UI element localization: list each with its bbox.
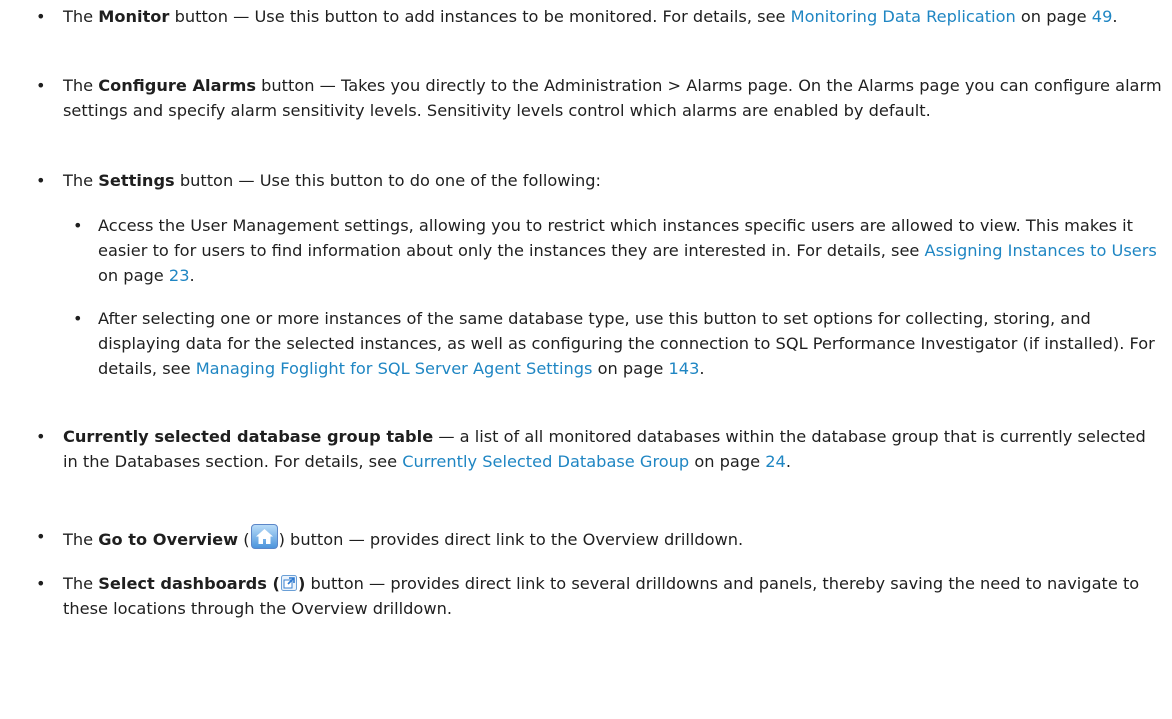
link-page-23[interactable]: 23 <box>169 266 190 285</box>
list-item-settings: • The Settings button — Use this button … <box>0 168 1172 193</box>
document-page: • The Monitor button — Use this button t… <box>0 0 1172 719</box>
link-currently-selected-group[interactable]: Currently Selected Database Group <box>402 452 689 471</box>
bullet: • <box>36 171 46 190</box>
bullet: • <box>36 527 46 546</box>
select-dashboards-icon <box>280 575 297 591</box>
sub-item-agent-settings: • After selecting one or more instances … <box>0 306 1172 381</box>
bullet: • <box>73 216 83 235</box>
settings-label: Settings <box>98 171 175 190</box>
select-dashboards-label: Select dashboards ( <box>98 574 280 593</box>
list-item-configure-alarms: • The Configure Alarms button — Takes yo… <box>0 73 1172 123</box>
list-item-go-overview: • The Go to Overview () button — provide… <box>0 524 1172 552</box>
list-item-monitor: • The Monitor button — Use this button t… <box>0 4 1172 29</box>
link-page-143[interactable]: 143 <box>668 359 699 378</box>
bullet: • <box>36 7 46 26</box>
list-item-select-dashboards: • The Select dashboards () button — prov… <box>0 571 1172 621</box>
bullet: • <box>73 309 83 328</box>
go-overview-label: Go to Overview <box>98 530 239 549</box>
sub-item-user-management: • Access the User Management settings, a… <box>0 213 1172 288</box>
link-assigning-instances[interactable]: Assigning Instances to Users <box>925 241 1157 260</box>
list-item-current-group: • Currently selected database group tabl… <box>0 424 1172 474</box>
link-managing-foglight[interactable]: Managing Foglight for SQL Server Agent S… <box>196 359 593 378</box>
bullet: • <box>36 427 46 446</box>
bullet: • <box>36 76 46 95</box>
link-monitoring-data-replication[interactable]: Monitoring Data Replication <box>791 7 1016 26</box>
link-page-24[interactable]: 24 <box>765 452 786 471</box>
configure-alarms-label: Configure Alarms <box>98 76 256 95</box>
link-page-49[interactable]: 49 <box>1092 7 1113 26</box>
home-icon <box>250 524 278 549</box>
current-group-label: Currently selected database group table <box>63 427 434 446</box>
bullet: • <box>36 574 46 593</box>
monitor-button-label: Monitor <box>98 7 170 26</box>
